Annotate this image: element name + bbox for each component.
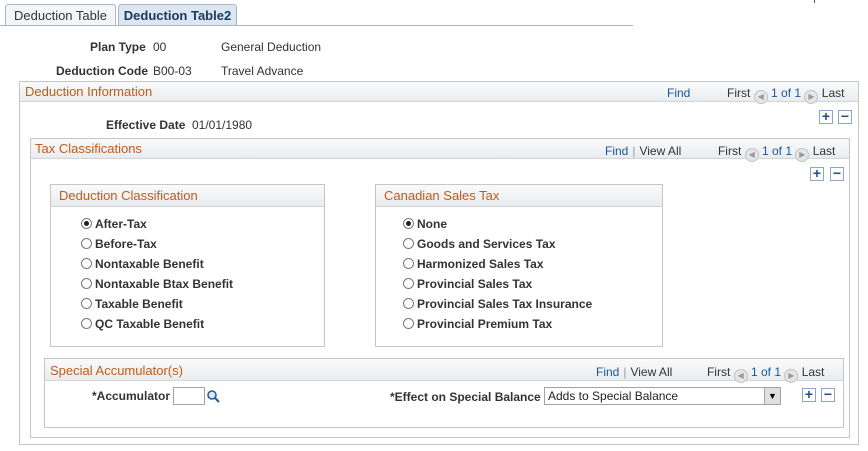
deduction-code-label: Deduction Code (56, 64, 148, 78)
plus-icon[interactable]: + (819, 109, 833, 124)
arrow-left-icon[interactable]: ◀ (733, 369, 748, 383)
radio-button[interactable] (81, 258, 92, 269)
plus-icon[interactable]: + (810, 166, 824, 181)
tab-label: Deduction Table2 (123, 8, 232, 23)
radio-button[interactable] (81, 218, 92, 229)
arrow-right-icon[interactable]: ▶ (795, 148, 810, 162)
last-label: Last (812, 144, 836, 158)
section-title: Deduction Information (25, 84, 153, 99)
arrow-right-icon[interactable]: ▶ (784, 369, 799, 383)
first-label: First (717, 144, 742, 158)
group-title: Deduction Classification (51, 185, 324, 207)
arrow-right-icon[interactable]: ▶ (804, 90, 819, 104)
special-accumulators-nav: Find | View All First ◀ 1 of 1 ▶ Last (596, 365, 824, 383)
magnifier-icon[interactable] (206, 389, 221, 404)
section-header: Special Accumulator(s) Find | View All Fir… (45, 359, 843, 383)
first-label: First (727, 86, 751, 100)
minus-icon[interactable]: − (821, 387, 835, 402)
row-count: 1 of 1 (750, 365, 782, 379)
last-label: Last (821, 86, 845, 100)
radio-label: Provincial Sales Tax (417, 277, 533, 291)
radio-button[interactable] (403, 238, 414, 249)
radio-button[interactable] (81, 278, 92, 289)
minus-icon[interactable]: − (830, 166, 844, 181)
dropdown-arrow-icon[interactable]: ▼ (764, 388, 780, 404)
row-count: 1 of 1 (761, 144, 793, 158)
radio-label: After-Tax (95, 217, 147, 231)
section-header: Tax Classifications Find | View All First … (31, 139, 849, 162)
plus-icon[interactable]: + (802, 387, 816, 402)
tab-deduction-table[interactable]: Deduction Table (5, 4, 116, 26)
radio-label: Before-Tax (95, 237, 157, 251)
select-value: Adds to Special Balance (548, 389, 679, 403)
radio-label: None (417, 217, 447, 231)
minus-icon[interactable]: − (838, 109, 852, 124)
radio-button[interactable] (403, 318, 414, 329)
last-label: Last (801, 365, 825, 379)
view-all-link[interactable]: View All (630, 365, 672, 379)
group-title: Canadian Sales Tax (376, 185, 662, 207)
first-label: First (706, 365, 731, 379)
deduction-code: B00-03 (153, 64, 192, 78)
radio-button[interactable] (81, 318, 92, 329)
arrow-left-icon[interactable]: ◀ (753, 90, 768, 104)
radio-label: QC Taxable Benefit (95, 317, 205, 331)
radio-label: Harmonized Sales Tax (417, 257, 544, 271)
effective-date-label: Effective Date (106, 118, 186, 132)
find-link[interactable]: Find (667, 86, 690, 100)
radio-label: Provincial Premium Tax (417, 317, 553, 331)
radio-label: Nontaxable Benefit (95, 257, 204, 271)
plan-type-code: 00 (153, 40, 167, 54)
section-title: Special Accumulator(s) (50, 363, 183, 378)
deduction-info-nav: Find First ◀ 1 of 1 ▶ Last (667, 86, 844, 104)
radio-button[interactable] (403, 218, 414, 229)
row-count: 1 of 1 (771, 86, 802, 100)
radio-label: Nontaxable Btax Benefit (95, 277, 234, 291)
accumulator-label: *Accumulator (92, 389, 171, 403)
tax-classifications-nav: Find | View All First ◀ 1 of 1 ▶ Last (605, 144, 835, 162)
section-header: Deduction Information Find First ◀ 1 of … (20, 82, 858, 104)
section-title: Tax Classifications (35, 141, 142, 156)
accumulator-input[interactable] (173, 387, 205, 405)
tab-deduction-table2[interactable]: Deduction Table2 (118, 4, 237, 26)
tab-label: Deduction Table (14, 8, 107, 23)
view-all-link[interactable]: View All (639, 144, 681, 158)
radio-button[interactable] (81, 298, 92, 309)
effect-on-special-balance-select[interactable]: Adds to Special Balance ▼ (544, 387, 781, 405)
radio-label: Provincial Sales Tax Insurance (417, 297, 593, 311)
plan-type-label: Plan Type (90, 40, 146, 54)
effective-date: 01/01/1980 (192, 118, 253, 132)
corner-mark (814, 0, 815, 3)
radio-button[interactable] (403, 298, 414, 309)
radio-button[interactable] (403, 278, 414, 289)
radio-button[interactable] (81, 238, 92, 249)
find-link[interactable]: Find (605, 144, 628, 158)
tab-divider (0, 25, 633, 26)
radio-label: Goods and Services Tax (417, 237, 556, 251)
plan-type-desc: General Deduction (221, 40, 322, 54)
find-link[interactable]: Find (596, 365, 619, 379)
effect-on-special-balance-label: *Effect on Special Balance (390, 390, 541, 404)
radio-label: Taxable Benefit (95, 297, 183, 311)
arrow-left-icon[interactable]: ◀ (744, 148, 759, 162)
deduction-desc: Travel Advance (221, 64, 304, 78)
radio-button[interactable] (403, 258, 414, 269)
